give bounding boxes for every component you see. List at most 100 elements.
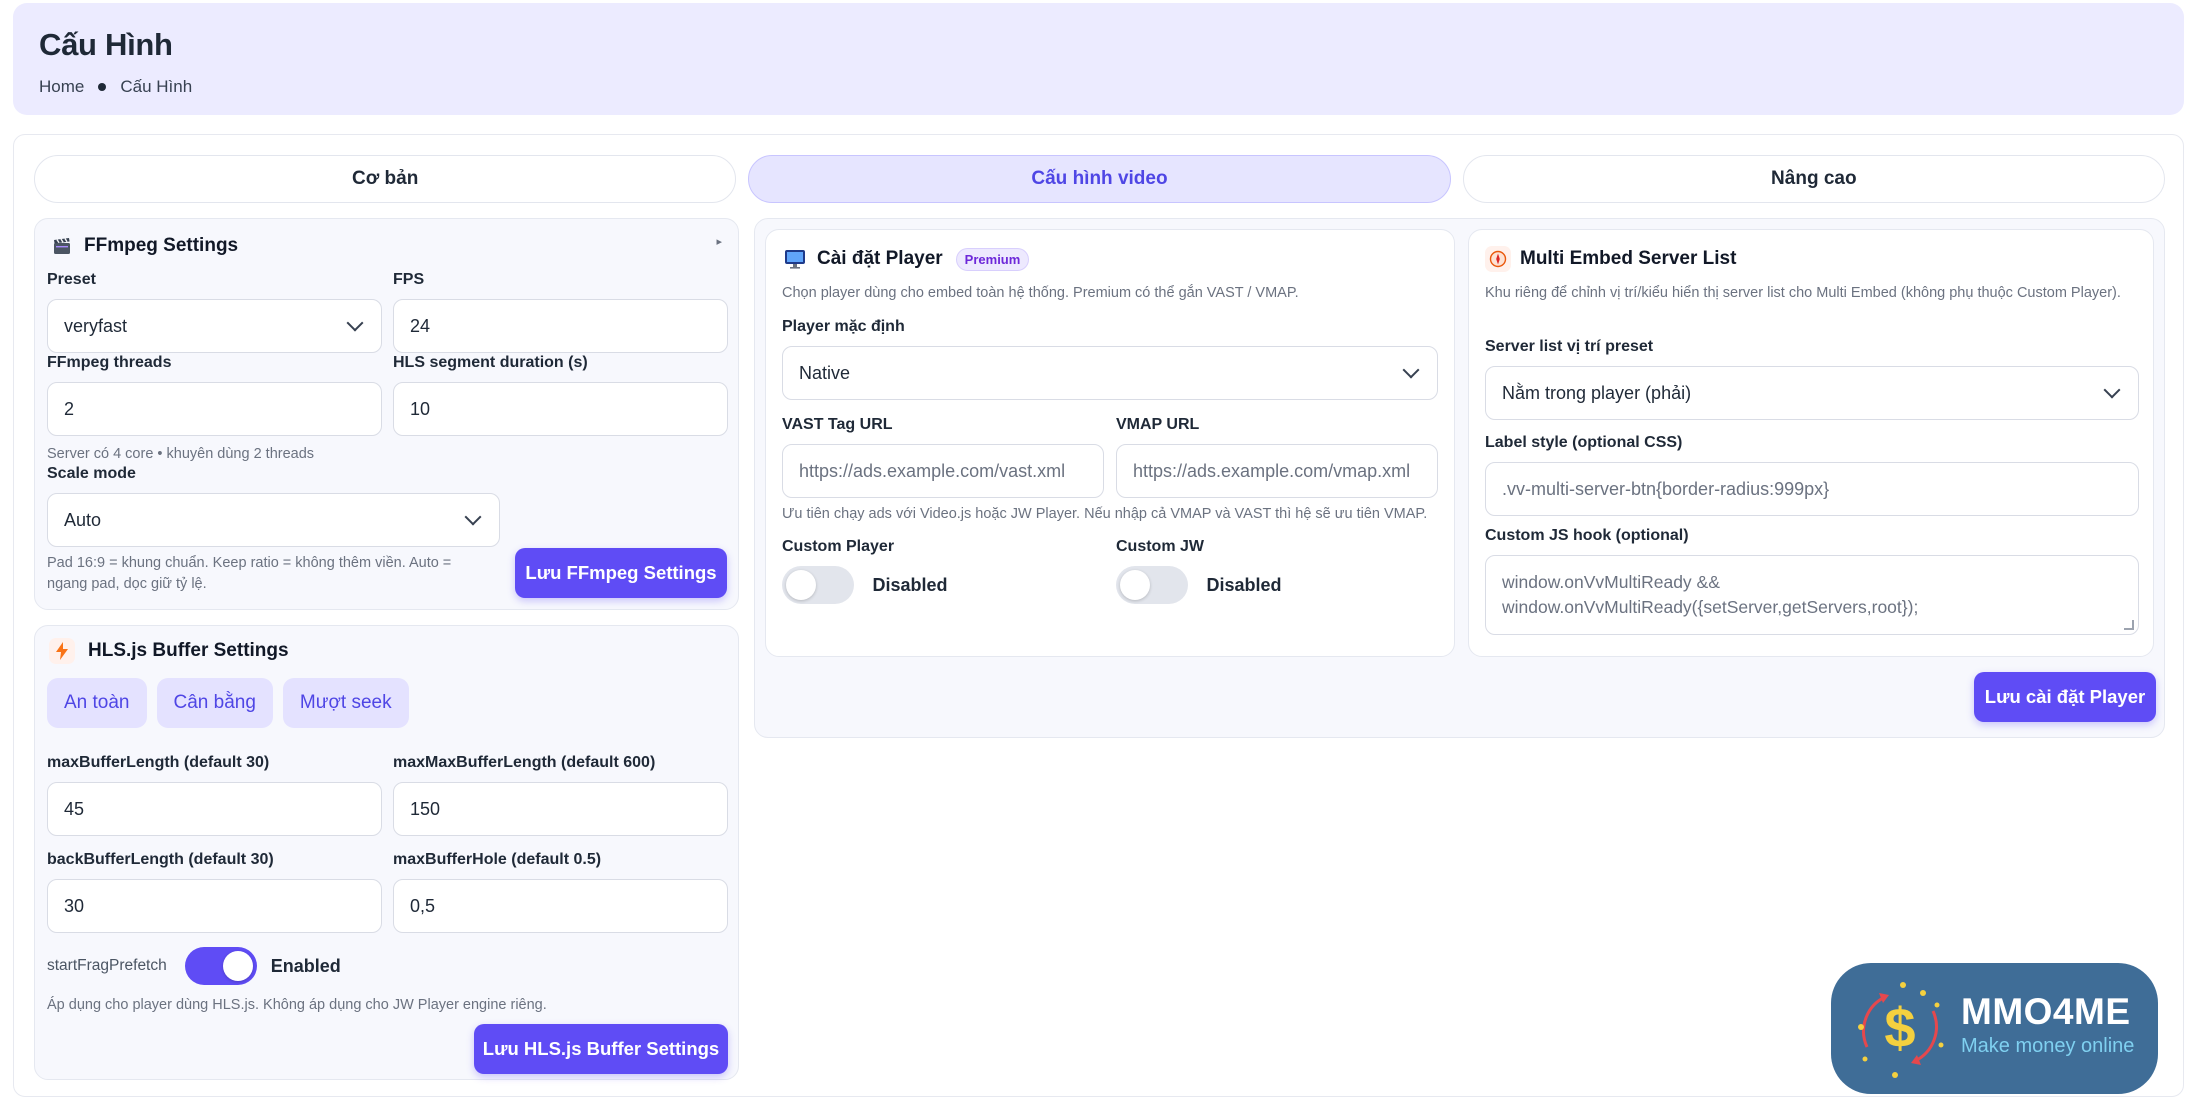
toggle-knob [786, 570, 816, 600]
ffmpeg-card-header[interactable]: FFmpeg Settings [49, 233, 238, 259]
premium-badge: Premium [955, 247, 1030, 271]
chevron-down-icon [464, 508, 482, 526]
max-max-buffer-length-label: maxMaxBufferLength (default 600) [393, 754, 656, 771]
preset-label: Preset [47, 271, 96, 288]
back-buffer-length-label: backBufferLength (default 30) [47, 851, 274, 868]
chevron-down-icon [346, 314, 364, 332]
breadcrumb-separator-icon [98, 83, 107, 91]
scale-mode-value: Auto [64, 509, 102, 530]
ffmpeg-settings-card: FFmpeg Settings ▸ Preset veryfast FPS 24… [34, 218, 739, 610]
hls-card-title: HLS.js Buffer Settings [88, 640, 289, 661]
label-style-input[interactable]: .vv-multi-server-btn{border-radius:999px… [1485, 462, 2139, 516]
default-player-value: Native [799, 362, 851, 383]
multi-embed-card: Multi Embed Server List Khu riêng để chỉ… [1468, 229, 2154, 657]
save-ffmpeg-button[interactable]: Lưu FFmpeg Settings [515, 548, 727, 598]
scale-mode-hint: Pad 16:9 = khung chuẩn. Keep ratio = khô… [47, 555, 452, 592]
player-settings-wrapper: Cài đặt Player Premium Chọn player dùng … [754, 218, 2165, 738]
max-buffer-length-input[interactable]: 45 [47, 782, 382, 836]
logo-tagline: Make money online [1961, 1035, 2135, 1057]
server-list-position-select[interactable]: Nằm trong player (phải) [1485, 366, 2139, 420]
svg-text:$: $ [1884, 996, 1915, 1059]
start-frag-prefetch-state: Enabled [270, 955, 341, 976]
start-frag-prefetch-toggle[interactable] [184, 947, 257, 985]
hls-preset-chips: An toàn Cân bằng Mượt seek [47, 678, 419, 728]
preset-chip-can-bang[interactable]: Cân bằng [156, 678, 273, 728]
max-buffer-length-label: maxBufferLength (default 30) [47, 754, 270, 771]
preset-chip-an-toan[interactable]: An toàn [47, 678, 147, 728]
save-player-button[interactable]: Lưu cài đặt Player [1974, 672, 2156, 722]
max-buffer-hole-input[interactable]: 0,5 [393, 879, 728, 933]
ffmpeg-card-title: FFmpeg Settings [84, 235, 239, 256]
save-hls-button[interactable]: Lưu HLS.js Buffer Settings [474, 1024, 728, 1074]
scale-mode-select[interactable]: Auto [47, 493, 500, 547]
vast-url-label: VAST Tag URL [782, 416, 893, 433]
tab-cau-hinh-video[interactable]: Cấu hình video [748, 155, 1451, 203]
back-buffer-length-input[interactable]: 30 [47, 879, 382, 933]
scale-mode-label: Scale mode [47, 465, 136, 482]
tab-co-ban[interactable]: Cơ bản [34, 155, 737, 203]
tab-bar: Cơ bản Cấu hình video Nâng cao [34, 155, 2165, 203]
player-card-header: Cài đặt Player Premium [782, 246, 1030, 272]
threads-hint: Server có 4 core • khuyên dùng 2 threads [47, 446, 315, 462]
player-card-title: Cài đặt Player [817, 248, 943, 269]
start-frag-prefetch-label: startFragPrefetch [47, 957, 167, 974]
breadcrumb-current: Cấu Hình [120, 77, 193, 96]
label-style-label: Label style (optional CSS) [1485, 434, 1683, 451]
multi-card-title: Multi Embed Server List [1520, 248, 1737, 269]
custom-player-toggle[interactable] [782, 566, 854, 604]
hls-buffer-card: HLS.js Buffer Settings An toàn Cân bằng Mư… [34, 625, 739, 1080]
ffmpeg-threads-input[interactable]: 2 [47, 382, 382, 436]
lightning-icon [49, 638, 75, 664]
hls-segment-input[interactable]: 10 [393, 382, 728, 436]
multi-desc: Khu riêng để chỉnh vị trí/kiểu hiển thị … [1485, 285, 2121, 301]
custom-jw-toggle[interactable] [1116, 566, 1188, 604]
resize-handle-icon[interactable] [2124, 620, 2134, 630]
vast-url-input[interactable]: https://ads.example.com/vast.xml [782, 444, 1104, 498]
toggle-knob [1120, 570, 1150, 600]
custom-js-hook-label: Custom JS hook (optional) [1485, 527, 1689, 544]
clapperboard-icon [49, 233, 75, 259]
ads-hint: Ưu tiên chạy ads với Video.js hoặc JW Pl… [782, 506, 1428, 522]
custom-js-hook-textarea[interactable]: window.onVvMultiReady && window.onVvMult… [1485, 555, 2139, 635]
tab-nang-cao[interactable]: Nâng cao [1462, 155, 2165, 203]
logo-name: MMO4ME [1961, 991, 2131, 1032]
page-header: Cấu Hình Home Cấu Hình [13, 3, 2184, 115]
vmap-url-input[interactable]: https://ads.example.com/vmap.xml [1116, 444, 1438, 498]
toggle-knob [222, 951, 253, 981]
player-settings-card: Cài đặt Player Premium Chọn player dùng … [765, 229, 1455, 657]
custom-player-label: Custom Player [782, 538, 895, 555]
chevron-down-icon [2103, 381, 2121, 399]
player-desc: Chọn player dùng cho embed toàn hệ thống… [782, 285, 1299, 301]
hls-hint: Áp dụng cho player dùng HLS.js. Không áp… [47, 997, 547, 1013]
collapse-arrow-icon[interactable]: ▸ [716, 235, 722, 248]
server-list-position-label: Server list vị trí preset [1485, 338, 1654, 355]
preset-value: veryfast [64, 315, 128, 336]
preset-select[interactable]: veryfast [47, 299, 382, 353]
hls-card-header: HLS.js Buffer Settings [49, 638, 289, 664]
mmo4me-logo: $ MMO4ME Make money online [1831, 963, 2158, 1094]
multi-card-header: Multi Embed Server List [1485, 246, 1736, 272]
custom-player-state: Disabled [872, 574, 948, 595]
start-frag-prefetch-row: startFragPrefetch Enabled [47, 947, 341, 985]
dollar-coin-icon: $ [1858, 982, 1944, 1078]
fps-label: FPS [393, 271, 425, 288]
default-player-select[interactable]: Native [782, 346, 1438, 400]
custom-js-hook-placeholder: window.onVvMultiReady && window.onVvMult… [1502, 572, 1919, 617]
chevron-down-icon [1402, 361, 1420, 379]
fps-input[interactable]: 24 [393, 299, 728, 353]
compass-icon [1485, 246, 1511, 272]
preset-chip-muot-seek[interactable]: Mượt seek [282, 678, 409, 728]
vmap-url-label: VMAP URL [1116, 416, 1200, 433]
page-title: Cấu Hình [39, 27, 173, 62]
ffmpeg-threads-label: FFmpeg threads [47, 354, 172, 371]
server-list-position-value: Nằm trong player (phải) [1502, 382, 1692, 403]
breadcrumb: Home Cấu Hình [39, 77, 2158, 97]
logo-text: MMO4ME Make money online [1961, 991, 2134, 1058]
monitor-icon [782, 246, 808, 272]
custom-jw-state: Disabled [1206, 574, 1282, 595]
default-player-label: Player mặc định [782, 318, 905, 335]
breadcrumb-home[interactable]: Home [39, 77, 84, 97]
custom-jw-label: Custom JW [1116, 538, 1204, 555]
max-max-buffer-length-input[interactable]: 150 [393, 782, 728, 836]
max-buffer-hole-label: maxBufferHole (default 0.5) [393, 851, 602, 868]
